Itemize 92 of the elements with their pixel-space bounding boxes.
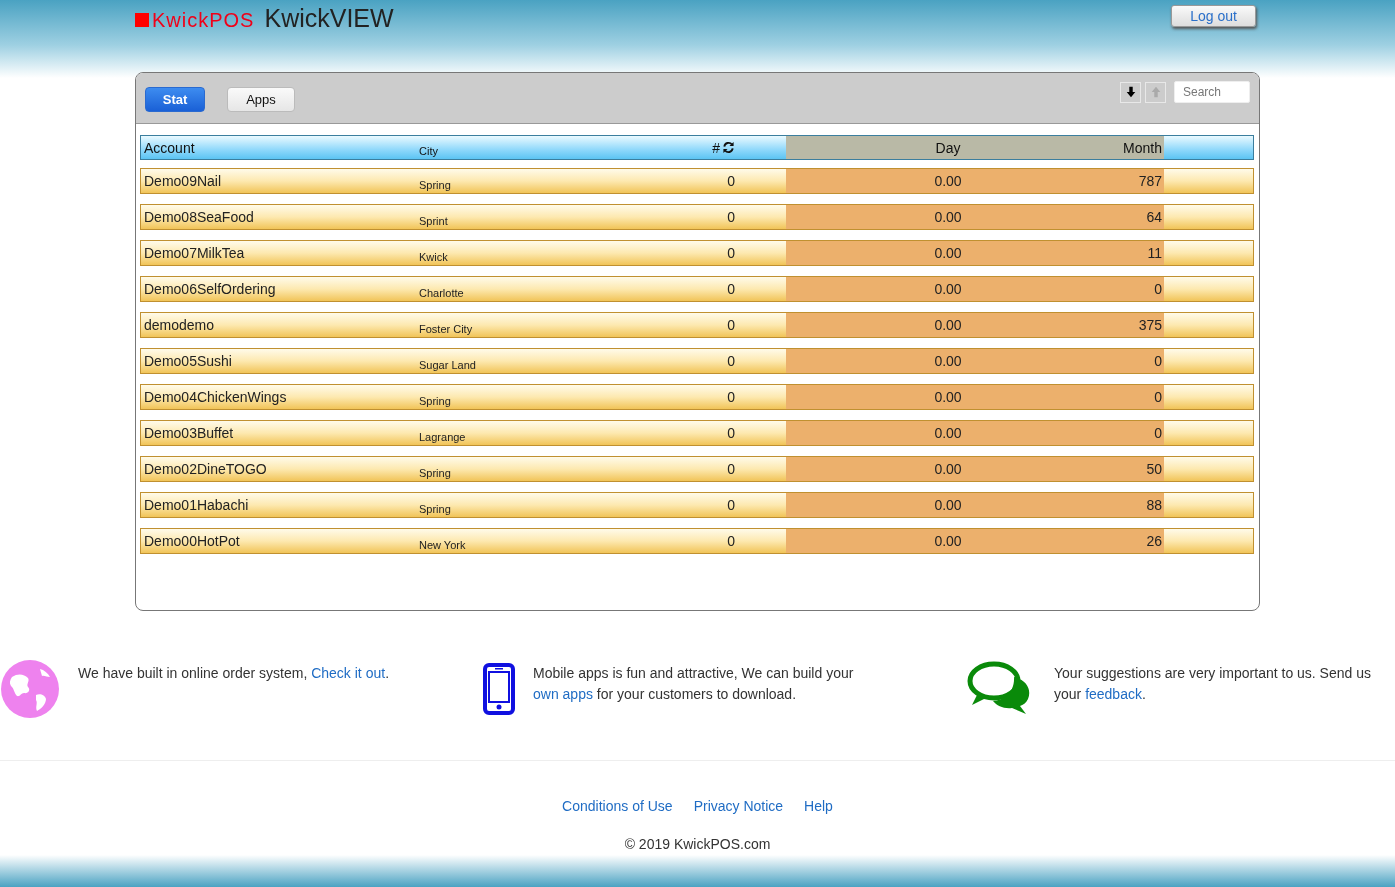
table-cell-text: 26 [1145, 533, 1163, 549]
phone-icon [483, 663, 515, 715]
arrow-down-icon [1124, 86, 1137, 98]
promo-text: Your suggestions are very important to us. Send us your feedback. [1054, 664, 1372, 704]
table-cell-text: 64 [1145, 209, 1163, 225]
table-cell-text: Demo06SelfOrdering [144, 281, 277, 297]
table-cell-text: 0.00 [933, 389, 963, 405]
table-cell: 0 [727, 425, 735, 441]
sort-down-button[interactable] [1120, 81, 1141, 103]
logout-button[interactable]: Log out [1171, 5, 1256, 27]
table-cell-text: Demo08SeaFood [144, 209, 255, 225]
table-cell-text: 88 [1145, 497, 1163, 513]
table-row[interactable]: Demo00HotPot New York 0 0.00 26 [140, 528, 1254, 554]
table-cell-text: demodemo [144, 317, 216, 333]
copyright-text: © 2019 KwickPOS.com [623, 836, 772, 852]
table-cell-text: Demo05Sushi [144, 353, 233, 369]
table-cell-text: 0.00 [933, 461, 963, 477]
table-cell-text: 0.00 [933, 353, 963, 369]
table-cell-text: 787 [1137, 173, 1163, 189]
table-cell: 0 [727, 353, 735, 369]
table-cell: 0 [727, 461, 735, 477]
table-cell-text: Demo07MilkTea [144, 245, 246, 261]
table-cell-text: 0.00 [933, 497, 963, 513]
table-cell-text: 375 [1137, 317, 1163, 333]
table-row[interactable]: Demo09Nail Spring 0 0.00 787 [140, 168, 1254, 194]
table-cell: 0 [727, 317, 735, 333]
table-row[interactable]: Demo05Sushi Sugar Land 0 0.00 0 [140, 348, 1254, 374]
table-row[interactable]: Demo07MilkTea Kwick 0 0.00 11 [140, 240, 1254, 266]
table-cell: 0 [727, 281, 735, 297]
column-header[interactable]: # [712, 139, 720, 156]
table-cell-text: 0.00 [933, 209, 963, 225]
arrow-up-icon [1149, 86, 1162, 98]
app-title: KwickVIEW [264, 4, 394, 33]
table-cell-text: Demo00HotPot [144, 533, 241, 549]
globe-icon [0, 659, 60, 719]
table-cell-text: Spring [419, 393, 452, 407]
table-cell-text: 0.00 [933, 281, 963, 297]
footer-link[interactable]: Privacy Notice [693, 798, 784, 814]
table-cell-text: Demo02DineTOGO [144, 461, 268, 477]
table-cell-text: Demo01Habachi [144, 497, 250, 513]
table-cell-text: 0 [1153, 281, 1163, 297]
table-cell-text: Spring [419, 501, 452, 515]
table-cell-text: Demo03Buffet [144, 425, 235, 441]
table-cell: 0 [727, 209, 735, 225]
table-cell-text: 11 [1146, 245, 1163, 261]
table-cell-text: Sugar Land [419, 357, 477, 371]
table-cell-text: Lagrange [419, 429, 467, 443]
table-cell-text: Foster City [419, 321, 474, 335]
footer-link[interactable]: Help [804, 798, 833, 814]
column-header[interactable]: Month [1110, 139, 1164, 156]
table-cell-text: Demo09Nail [144, 173, 223, 189]
refresh-icon[interactable] [722, 141, 735, 154]
table-cell-text: 0.00 [933, 317, 963, 333]
table-cell-text: Spring [419, 177, 452, 191]
footer-link[interactable]: Conditions of Use [562, 798, 673, 814]
table-cell-text: Sprint [419, 213, 449, 227]
column-header[interactable]: City [419, 138, 709, 157]
table-cell-text: 0.00 [933, 533, 963, 549]
promo-link[interactable]: own apps [533, 686, 593, 702]
table-cell-text: 0 [1153, 425, 1163, 441]
tab[interactable]: Stat [145, 86, 205, 112]
promo-text: We have built in online order system, Check it out. [78, 664, 390, 683]
table-cell-text: Spring [419, 465, 452, 479]
table-row[interactable]: Demo02DineTOGO Spring 0 0.00 50 [140, 456, 1254, 482]
tab[interactable]: Apps [227, 86, 295, 112]
table-cell-text: 0 [1153, 389, 1163, 405]
table-cell-text: Charlotte [419, 285, 465, 299]
table-cell-text: Demo04ChickenWings [144, 389, 288, 405]
column-header[interactable]: Account [144, 139, 419, 156]
table-cell-text: 50 [1145, 461, 1163, 477]
table-cell-text: New York [419, 537, 467, 551]
promo-link[interactable]: feedback [1085, 686, 1142, 702]
table-cell-text: 0 [1153, 353, 1163, 369]
search-field[interactable]: Search [1174, 81, 1250, 103]
table-cell-text: 0.00 [933, 245, 963, 261]
table-cell: 0 [727, 173, 735, 189]
table-cell: 0 [727, 389, 735, 405]
table-row[interactable]: Demo01Habachi Spring 0 0.00 88 [140, 492, 1254, 518]
table-cell: 0 [727, 497, 735, 513]
table-cell-text: 0.00 [933, 173, 963, 189]
column-header[interactable]: Day [786, 139, 1110, 156]
table-cell-text: 0.00 [933, 425, 963, 441]
kwickpos-logo: KwickPOS [135, 8, 255, 32]
table-row[interactable]: demodemo Foster City 0 0.00 375 [140, 312, 1254, 338]
table-row[interactable]: Demo03Buffet Lagrange 0 0.00 0 [140, 420, 1254, 446]
table-cell: 0 [727, 245, 735, 261]
promo-text: Mobile apps is fun and attractive, We can build your own apps for your customers to download. [533, 664, 855, 704]
table-cell: 0 [727, 533, 735, 549]
table-cell-text: Kwick [419, 249, 449, 263]
table-row[interactable]: Demo06SelfOrdering Charlotte 0 0.00 0 [140, 276, 1254, 302]
table-row[interactable]: Demo08SeaFood Sprint 0 0.00 64 [140, 204, 1254, 230]
table-row[interactable]: Demo04ChickenWings Spring 0 0.00 0 [140, 384, 1254, 410]
